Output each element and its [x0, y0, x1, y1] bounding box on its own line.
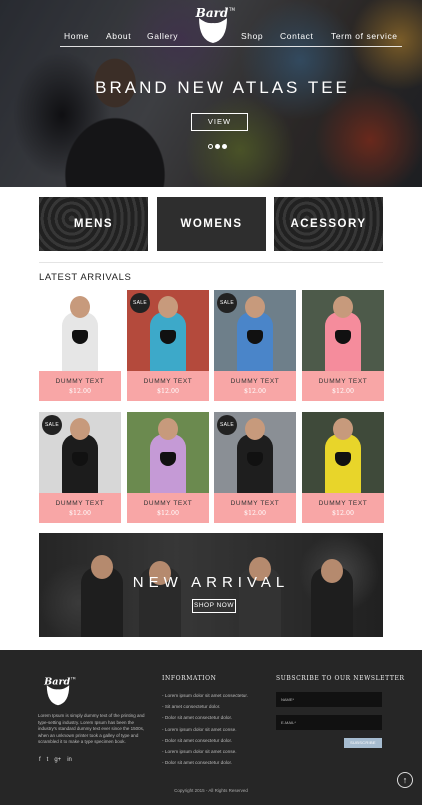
- product-image[interactable]: [39, 290, 121, 371]
- product-name[interactable]: DUMMY TEXT: [302, 500, 384, 507]
- category-mens-label: MENS: [73, 218, 114, 230]
- product-price: $12.00: [156, 510, 180, 517]
- slider-dot-2[interactable]: [215, 144, 220, 149]
- product-name[interactable]: DUMMY TEXT: [302, 378, 384, 385]
- product-info: DUMMY TEXT $12.00: [214, 371, 296, 401]
- product-name[interactable]: DUMMY TEXT: [127, 378, 209, 385]
- latest-arrivals-title: LATEST ARRIVALS: [39, 272, 132, 283]
- product-name[interactable]: DUMMY TEXT: [214, 378, 296, 385]
- information-links: - Lorem ipsum dolor sit amet consectetur…: [162, 693, 248, 771]
- back-to-top-button[interactable]: ↑: [397, 772, 413, 788]
- product-card[interactable]: SALE DUMMY TEXT $12.00: [39, 412, 121, 523]
- arrow-up-icon: ↑: [402, 775, 408, 785]
- nav-gallery[interactable]: Gallery: [147, 31, 178, 41]
- product-price: $12.00: [68, 510, 92, 517]
- info-link[interactable]: - Sit amet consectetur dolor.: [162, 704, 248, 715]
- footer-logo[interactable]: Bard TM: [38, 674, 78, 706]
- hero-view-button[interactable]: VIEW: [191, 113, 248, 131]
- product-image[interactable]: [127, 412, 209, 493]
- product-info: DUMMY TEXT $12.00: [302, 493, 384, 523]
- twitter-icon[interactable]: t: [47, 757, 49, 763]
- nav-home[interactable]: Home: [64, 31, 89, 41]
- section-divider: [39, 262, 383, 263]
- product-name[interactable]: DUMMY TEXT: [214, 500, 296, 507]
- banner-title: NEW ARRIVAL: [132, 574, 290, 591]
- product-card[interactable]: DUMMY TEXT $12.00: [39, 290, 121, 401]
- product-card[interactable]: SALE DUMMY TEXT $12.00: [214, 290, 296, 401]
- shop-now-button[interactable]: SHOP NOW: [192, 599, 236, 613]
- product-price: $12.00: [331, 388, 355, 395]
- product-card[interactable]: DUMMY TEXT $12.00: [302, 290, 384, 401]
- slider-dots: [208, 144, 229, 150]
- nav-divider: [60, 46, 402, 47]
- product-price: $12.00: [68, 388, 92, 395]
- category-womens[interactable]: WOMENS: [157, 197, 266, 251]
- product-price: $12.00: [243, 388, 267, 395]
- footer-logo-text: Bard: [43, 676, 70, 687]
- product-info: DUMMY TEXT $12.00: [127, 371, 209, 401]
- hero-title: BRAND NEW ATLAS TEE: [95, 78, 350, 97]
- subscribe-button[interactable]: SUBSCRIBE: [344, 738, 382, 748]
- nav-term-of-service[interactable]: Term of service: [331, 31, 398, 41]
- info-link[interactable]: - Dolor sit amet consectetur dolor.: [162, 760, 248, 771]
- newsletter-name-input[interactable]: NAME*: [276, 692, 382, 707]
- info-link[interactable]: - Lorem ipsum dolor sit amet conse.: [162, 749, 248, 760]
- facebook-icon[interactable]: f: [39, 757, 41, 763]
- product-price: $12.00: [156, 388, 180, 395]
- copyright-text: Copyright 2015 - All Rights Reserved: [174, 788, 248, 793]
- brand-logo-text: Bard: [195, 6, 229, 20]
- brand-logo-tm: TM: [228, 7, 235, 12]
- category-mens[interactable]: MENS: [39, 197, 148, 251]
- category-womens-label: WOMENS: [180, 218, 243, 230]
- social-links: f t g+ in: [39, 748, 78, 766]
- slider-dot-3[interactable]: [222, 144, 227, 149]
- nav-contact[interactable]: Contact: [280, 31, 314, 41]
- slider-dot-1[interactable]: [208, 144, 213, 149]
- linkedin-icon[interactable]: in: [67, 757, 72, 763]
- category-accessory[interactable]: ACESSORY: [274, 197, 383, 251]
- nav-about[interactable]: About: [106, 31, 131, 41]
- footer-about-text: Lorem Ipsum is simply dummy text of the …: [38, 713, 145, 744]
- category-accessory-label: ACESSORY: [290, 218, 367, 230]
- google-plus-icon[interactable]: g+: [54, 757, 61, 763]
- product-price: $12.00: [331, 510, 355, 517]
- newsletter-email-input[interactable]: E-MAIL*: [276, 715, 382, 730]
- hero-slider: Bard TM Home About Gallery Shop Contact …: [0, 0, 422, 187]
- info-link[interactable]: - Lorem ipsum dolor sit amet conse.: [162, 727, 248, 738]
- sale-badge: SALE: [42, 415, 62, 435]
- product-card[interactable]: SALE DUMMY TEXT $12.00: [214, 412, 296, 523]
- main-nav: Home About Gallery Shop Contact Term of …: [0, 31, 422, 45]
- product-info: DUMMY TEXT $12.00: [214, 493, 296, 523]
- sale-badge: SALE: [217, 293, 237, 313]
- product-card[interactable]: DUMMY TEXT $12.00: [127, 412, 209, 523]
- footer-logo-tm: TM: [70, 677, 76, 681]
- product-image[interactable]: [302, 412, 384, 493]
- sale-badge: SALE: [217, 415, 237, 435]
- product-name[interactable]: DUMMY TEXT: [39, 378, 121, 385]
- product-info: DUMMY TEXT $12.00: [127, 493, 209, 523]
- product-price: $12.00: [243, 510, 267, 517]
- sale-badge: SALE: [130, 293, 150, 313]
- product-name[interactable]: DUMMY TEXT: [39, 500, 121, 507]
- product-card[interactable]: DUMMY TEXT $12.00: [302, 412, 384, 523]
- info-link[interactable]: - Dolor sit amet consectetur dolor.: [162, 738, 248, 749]
- product-info: DUMMY TEXT $12.00: [39, 493, 121, 523]
- product-image[interactable]: [302, 290, 384, 371]
- newsletter-heading: SUBSCRIBE TO OUR NEWSLETTER: [276, 675, 405, 682]
- info-link[interactable]: - Dolor sit amet consectetur dolor.: [162, 715, 248, 726]
- info-link[interactable]: - Lorem ipsum dolor sit amet consectetur…: [162, 693, 248, 704]
- product-info: DUMMY TEXT $12.00: [39, 371, 121, 401]
- product-info: DUMMY TEXT $12.00: [302, 371, 384, 401]
- product-card[interactable]: SALE DUMMY TEXT $12.00: [127, 290, 209, 401]
- new-arrival-banner: NEW ARRIVAL SHOP NOW: [39, 533, 383, 637]
- information-heading: INFORMATION: [162, 675, 217, 682]
- product-name[interactable]: DUMMY TEXT: [127, 500, 209, 507]
- nav-shop[interactable]: Shop: [241, 31, 263, 41]
